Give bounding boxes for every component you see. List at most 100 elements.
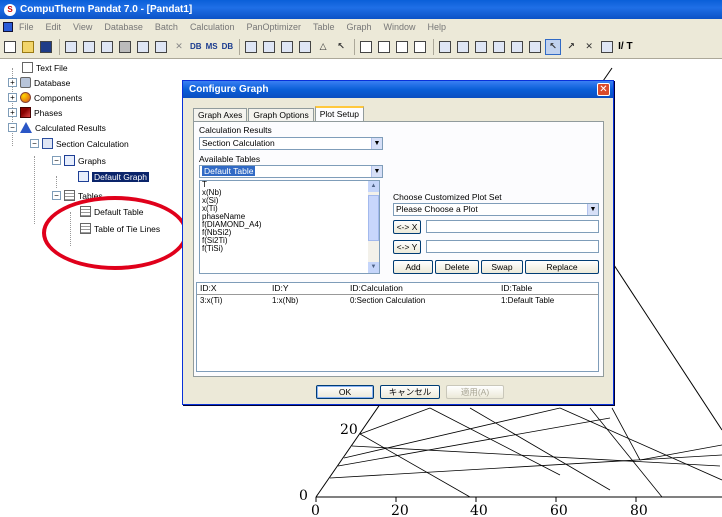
preview-icon[interactable] [81,39,97,55]
arrow-icon[interactable]: ↖ [333,39,349,55]
add-button[interactable]: Add [393,260,433,274]
menu-help[interactable]: Help [428,22,447,32]
menu-window[interactable]: Window [384,22,416,32]
select-pointer-icon[interactable]: ↖ [545,38,562,55]
expand-icon[interactable]: + [8,108,17,117]
menu-edit[interactable]: Edit [46,22,62,32]
tree-item-database[interactable]: + Database [8,77,70,88]
view3-icon[interactable] [473,39,489,55]
plot-setup-panel: Calculation Results Section Calculation … [193,121,604,377]
tree-item-phases[interactable]: + Phases [8,107,62,118]
column-header-id-x[interactable]: ID:X [197,283,269,294]
list-scrollbar[interactable]: ▲ ▼ [368,181,379,273]
tab-graph-options[interactable]: Graph Options [248,108,314,121]
chevron-down-icon[interactable]: ▼ [587,204,598,215]
tree-item-default-graph[interactable]: Default Graph [78,171,149,182]
open-folder-icon[interactable] [20,39,36,55]
copy-icon[interactable] [63,39,79,55]
paste2-icon[interactable] [153,39,169,55]
chevron-down-icon[interactable]: ▼ [371,138,382,149]
apply-button[interactable]: 適用(A) [446,385,504,399]
collapse-icon[interactable]: − [52,156,61,165]
column-header-id-y[interactable]: ID:Y [269,283,347,294]
cross-icon[interactable]: ✕ [581,39,597,55]
scatter-icon[interactable] [394,39,410,55]
collapse-icon[interactable]: − [52,191,61,200]
assign-x-button[interactable]: <-> X [393,220,421,234]
window2-icon[interactable] [261,39,277,55]
list-item[interactable]: x(Si) [200,197,379,205]
ok-button[interactable]: OK [316,385,374,399]
view4-icon[interactable] [491,39,507,55]
chevron-down-icon[interactable]: ▼ [371,166,382,177]
window4-icon[interactable] [297,39,313,55]
assign-y-button[interactable]: <-> Y [393,240,421,254]
menu-panoptimizer[interactable]: PanOptimizer [246,22,301,32]
view6-icon[interactable] [527,39,543,55]
toolbar-tail-text[interactable]: I/ T [617,39,633,55]
copy2-icon[interactable] [135,39,151,55]
grid-icon[interactable] [358,39,374,55]
cancel-button[interactable]: キャンセル [380,385,440,399]
tab-plot-setup[interactable]: Plot Setup [314,106,364,121]
tree-item-graphs[interactable]: − Graphs [52,155,106,166]
x-field[interactable] [426,220,599,233]
available-tables-select[interactable]: Default Table ▼ [199,165,383,178]
menu-batch[interactable]: Batch [155,22,178,32]
scroll-up-icon[interactable]: ▲ [368,181,379,192]
expand-icon[interactable]: + [8,93,17,102]
columns-list[interactable]: T x(Nb) x(Si) x(Ti) phaseName f(DIAMOND_… [199,180,380,274]
db2-button[interactable]: DB [221,39,235,55]
tree-item-components[interactable]: + Components [8,92,82,103]
window1-icon[interactable] [243,39,259,55]
collapse-icon[interactable]: − [30,139,39,148]
scroll-thumb[interactable] [368,195,379,241]
db-button[interactable]: DB [189,39,203,55]
close-icon[interactable]: ✕ [597,83,610,96]
save-icon[interactable] [38,39,54,55]
swap-button[interactable]: Swap [481,260,523,274]
menu-database[interactable]: Database [104,22,143,32]
delete-button[interactable]: Delete [435,260,479,274]
menu-view[interactable]: View [73,22,92,32]
menu-table[interactable]: Table [313,22,335,32]
window3-icon[interactable] [279,39,295,55]
replace-button[interactable]: Replace [525,260,599,274]
chart-icon[interactable] [376,39,392,55]
new-file-icon[interactable] [2,39,18,55]
line-icon[interactable] [412,39,428,55]
menu-graph[interactable]: Graph [347,22,372,32]
expand-icon[interactable]: + [8,78,17,87]
view2-icon[interactable] [455,39,471,55]
view1-icon[interactable] [437,39,453,55]
column-header-id-table[interactable]: ID:Table [498,283,598,294]
paste-icon[interactable] [99,39,115,55]
tree-item-calculated-results[interactable]: − Calculated Results [8,122,106,133]
tree-item-text-file[interactable]: Text File [22,62,68,73]
scroll-down-icon[interactable]: ▼ [368,262,379,273]
menu-calculation[interactable]: Calculation [190,22,235,32]
delete-icon[interactable]: ✕ [171,39,187,55]
calc-results-label: Calculation Results [199,125,272,135]
ms-button[interactable]: MS [205,39,219,55]
print-icon[interactable] [117,39,133,55]
zoom-icon[interactable]: ↗ [563,39,579,55]
view5-icon[interactable] [509,39,525,55]
list-item[interactable]: T [200,181,379,189]
list-item[interactable]: f(Si2Ti) [200,237,379,245]
menu-file[interactable]: File [19,22,34,32]
calc-results-select[interactable]: Section Calculation ▼ [199,137,383,150]
list-item[interactable]: x(Nb) [200,189,379,197]
table-view-icon[interactable] [599,39,615,55]
triangle-icon[interactable]: △ [315,39,331,55]
document-icon[interactable] [3,22,13,32]
tree-item-section-calculation[interactable]: − Section Calculation [30,138,129,149]
dialog-title-bar[interactable]: Configure Graph ✕ [183,81,613,98]
collapse-icon[interactable]: − [8,123,17,132]
tab-graph-axes[interactable]: Graph Axes [193,108,248,121]
y-field[interactable] [426,240,599,253]
plot-set-select[interactable]: Please Choose a Plot ▼ [393,203,599,216]
table-row[interactable]: 3:x(Ti) 1:x(Nb) 0:Section Calculation 1:… [197,295,598,306]
list-item[interactable]: f(TiSi) [200,245,379,253]
column-header-id-calculation[interactable]: ID:Calculation [347,283,498,294]
